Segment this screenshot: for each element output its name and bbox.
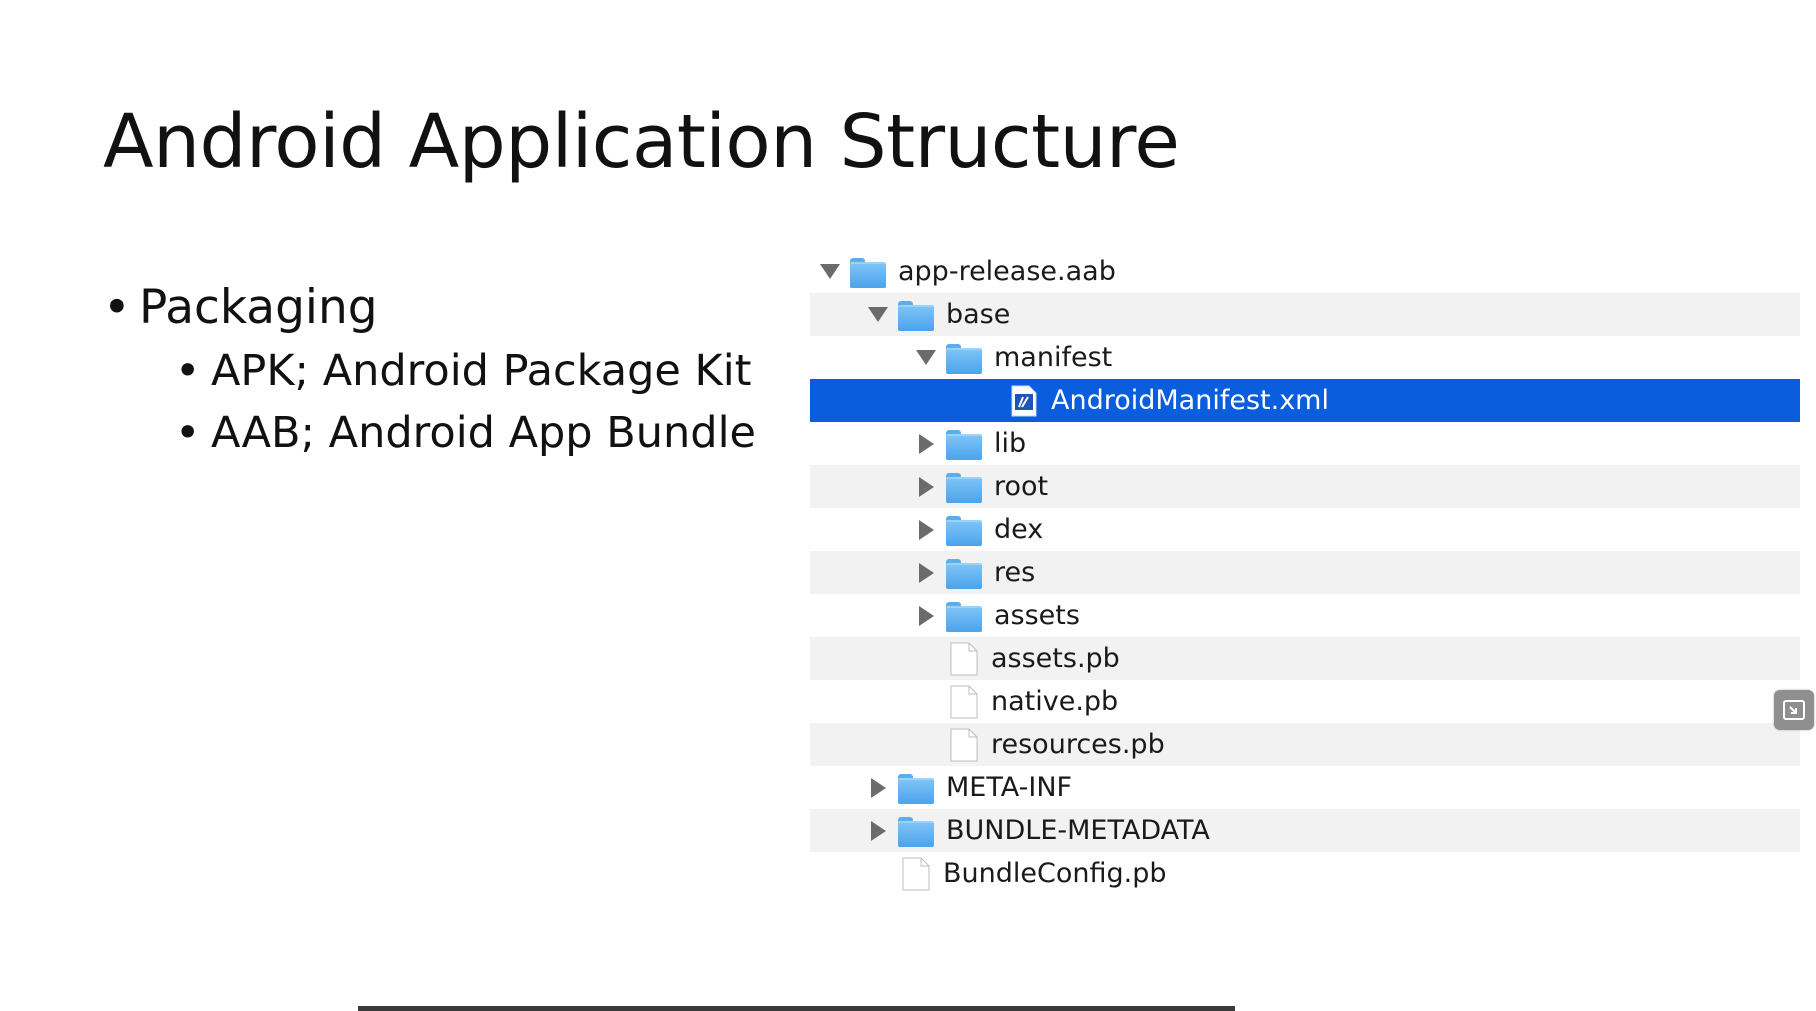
tree-row-label: META-INF (946, 772, 1073, 803)
tree-row-app-release[interactable]: app-release.aab (810, 250, 1800, 293)
collapse-arrow-icon[interactable] (858, 816, 898, 846)
folder-icon (898, 773, 934, 804)
tree-row-base[interactable]: base (810, 293, 1800, 336)
folder-icon (946, 515, 982, 546)
tree-row-label: BundleConfig.pb (943, 858, 1167, 889)
collapse-arrow-icon[interactable] (906, 472, 946, 502)
tree-row-meta-inf[interactable]: META-INF (810, 766, 1800, 809)
tree-row-label: root (994, 471, 1049, 502)
collapse-arrow-icon[interactable] (906, 429, 946, 459)
file-icon (950, 728, 978, 761)
collapse-arrow-icon[interactable] (906, 558, 946, 588)
folder-icon (946, 558, 982, 589)
bullet-apk: APK; Android Package Kit (175, 340, 756, 402)
collapse-arrow-icon[interactable] (906, 601, 946, 631)
tree-row-root[interactable]: root (810, 465, 1800, 508)
tree-row-label: native.pb (991, 686, 1119, 717)
tree-row-label: BUNDLE-METADATA (946, 815, 1210, 846)
tree-row-label: assets.pb (991, 643, 1120, 674)
folder-icon (946, 429, 982, 460)
progress-bar (358, 1006, 1235, 1011)
tree-row-resources-pb[interactable]: resources.pb (810, 723, 1800, 766)
tree-row-label: lib (994, 428, 1027, 459)
tree-row-dex[interactable]: dex (810, 508, 1800, 551)
exit-fullscreen-icon (1783, 700, 1805, 720)
folder-icon (850, 257, 886, 288)
tree-row-bundle-metadata[interactable]: BUNDLE-METADATA (810, 809, 1800, 852)
tree-row-label: base (946, 299, 1011, 330)
file-icon (950, 642, 978, 675)
xml-file-icon (1011, 385, 1037, 416)
file-icon (902, 857, 930, 890)
tree-row-label: dex (994, 514, 1044, 545)
folder-icon (946, 601, 982, 632)
collapse-arrow-icon[interactable] (858, 773, 898, 803)
tree-row-manifest[interactable]: manifest (810, 336, 1800, 379)
expand-arrow-icon[interactable] (858, 300, 898, 330)
expand-arrow-icon[interactable] (810, 257, 850, 287)
file-icon (950, 685, 978, 718)
collapse-arrow-icon[interactable] (906, 515, 946, 545)
tree-row-assets[interactable]: assets (810, 594, 1800, 637)
tree-row-label: app-release.aab (898, 256, 1116, 287)
exit-fullscreen-button[interactable] (1774, 690, 1814, 730)
tree-row-label: AndroidManifest.xml (1051, 385, 1329, 416)
tree-row-lib[interactable]: lib (810, 422, 1800, 465)
folder-icon (946, 343, 982, 374)
tree-row-assets-pb[interactable]: assets.pb (810, 637, 1800, 680)
slide-title: Android Application Structure (103, 99, 1180, 185)
expand-arrow-icon[interactable] (906, 343, 946, 373)
tree-row-label: resources.pb (991, 729, 1165, 760)
bullet-list: Packaging APK; Android Package Kit AAB; … (103, 276, 756, 464)
folder-icon (946, 472, 982, 503)
tree-row-bundleconfig-pb[interactable]: BundleConfig.pb (810, 852, 1800, 895)
bullet-aab: AAB; Android App Bundle (175, 402, 756, 464)
tree-row-androidmanifest[interactable]: AndroidManifest.xml (810, 379, 1800, 422)
folder-icon (898, 300, 934, 331)
tree-row-label: res (994, 557, 1036, 588)
bullet-packaging: Packaging (103, 276, 756, 340)
folder-icon (898, 816, 934, 847)
file-tree: app-release.aab base manifest AndroidMan… (810, 250, 1800, 895)
tree-row-label: manifest (994, 342, 1113, 373)
tree-row-label: assets (994, 600, 1080, 631)
tree-row-res[interactable]: res (810, 551, 1800, 594)
tree-row-native-pb[interactable]: native.pb (810, 680, 1800, 723)
